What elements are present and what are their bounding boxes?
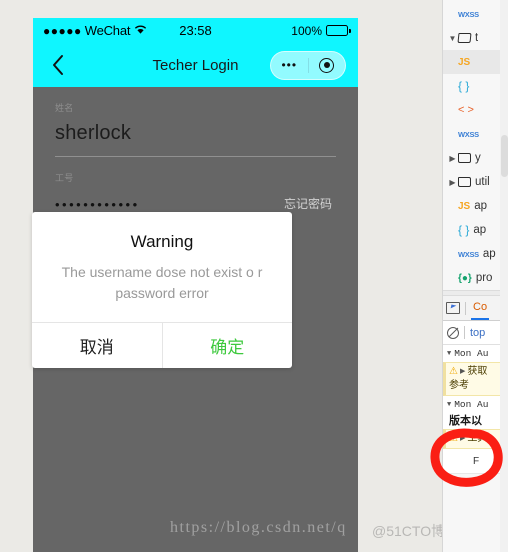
tree-row-label: y xyxy=(475,152,481,164)
wxss-file-icon: WXSS xyxy=(458,249,479,259)
dialog-message: The username dose not exist o r password… xyxy=(61,264,263,301)
console-warning-row[interactable]: ⚠ ▶ 工具 xyxy=(443,429,508,449)
target-circle-icon xyxy=(319,57,335,73)
filter-divider xyxy=(464,326,465,339)
carrier-label: WeChat xyxy=(84,23,131,38)
tree-row[interactable]: {●} pro xyxy=(443,266,508,290)
cancel-button[interactable]: 取消 xyxy=(32,323,162,368)
scrollbar-thumb[interactable] xyxy=(501,135,508,177)
field-label-name: 姓名 xyxy=(55,103,74,113)
tab-console[interactable]: Co xyxy=(471,296,490,320)
signal-dots-icon: ●●●●● xyxy=(43,23,82,38)
login-form: 姓名 sherlock 工号 •••••••••••• 忘记密码 xyxy=(33,87,358,222)
wxss-file-icon: WXSS xyxy=(458,129,479,139)
tree-row-label: t xyxy=(475,32,479,44)
warning-dialog: Warning The username dose not exist o r … xyxy=(32,212,292,368)
chevron-right-icon[interactable]: ▶ xyxy=(447,154,458,163)
console-log-list: ▼ Mon Au ⚠ ▶ 获取 参考 ▼ Mon Au 版本以 ⚠ ▶ 工具 F xyxy=(443,345,508,474)
wxml-file-icon: < > xyxy=(458,104,474,116)
project-config-icon: {●} xyxy=(458,272,472,284)
wifi-icon xyxy=(134,24,147,38)
wxss-file-icon: WXSS xyxy=(458,9,479,19)
chevron-right-icon[interactable]: ▶ xyxy=(460,365,465,378)
forgot-password-link[interactable]: 忘记密码 xyxy=(284,196,336,212)
tree-row-label: ap xyxy=(473,224,487,236)
tree-row-label: ap xyxy=(482,248,496,260)
field-row-name: sherlock xyxy=(55,118,336,150)
wechat-capsule-button[interactable]: ••• xyxy=(270,50,346,80)
console-letter-row: F xyxy=(443,449,508,474)
console-warning-text: 获取 xyxy=(467,366,488,377)
json-file-icon: { } xyxy=(458,79,470,93)
form-spacer xyxy=(33,157,358,171)
json-file-icon: { } xyxy=(458,223,470,237)
status-bar-right: 100% xyxy=(291,23,351,38)
tree-row[interactable]: ▼ t xyxy=(443,26,508,50)
console-group-row[interactable]: ▼ Mon Au xyxy=(443,396,508,413)
inspect-element-icon[interactable] xyxy=(446,302,460,314)
console-filter-bar: top xyxy=(443,321,508,345)
battery-percent-label: 100% xyxy=(291,23,322,38)
folder-open-icon xyxy=(457,33,472,43)
nav-bar: Techer Login ••• xyxy=(33,43,358,87)
tree-row[interactable]: ▶ util xyxy=(443,170,508,194)
screenshot-root: ●●●●● WeChat 23:58 100% Techer Login ••• xyxy=(0,0,508,552)
tree-row[interactable]: { } xyxy=(443,74,508,98)
console-message-row: 版本以 xyxy=(449,415,482,427)
toolbar-divider xyxy=(465,301,466,315)
console-warning-row[interactable]: ⚠ ▶ 获取 参考 xyxy=(443,362,508,396)
folder-icon xyxy=(458,177,471,187)
tree-row-label: pro xyxy=(475,272,493,284)
tree-row[interactable]: ▶ y xyxy=(443,146,508,170)
tree-row-label: ap xyxy=(474,200,488,212)
dialog-buttons: 取消 确定 xyxy=(32,322,292,368)
warning-triangle-icon: ⚠ xyxy=(449,366,458,377)
capsule-close-button[interactable] xyxy=(309,57,346,73)
folder-icon xyxy=(458,153,471,163)
status-bar-left: ●●●●● WeChat xyxy=(43,23,147,38)
tree-row[interactable]: { } ap xyxy=(443,218,508,242)
tree-row[interactable]: WXSS ap xyxy=(443,242,508,266)
tree-row[interactable]: WXSS xyxy=(443,122,508,146)
tree-row[interactable]: < > xyxy=(443,98,508,122)
field-name: 姓名 sherlock xyxy=(33,101,358,150)
chevron-right-icon[interactable]: ▶ xyxy=(447,178,458,187)
battery-full-icon xyxy=(326,25,351,36)
console-group-label: Mon Au xyxy=(454,399,489,410)
tree-row-label: util xyxy=(475,176,490,188)
console-warning-text: 工具 xyxy=(467,433,488,444)
tree-row[interactable]: JS ap xyxy=(443,194,508,218)
dialog-title: Warning xyxy=(130,232,194,251)
ide-panel: WXSS ▼ t JS{ } < > WXSS ▶ y ▶ util JS ap{ } ap WXSS ap… xyxy=(442,0,508,552)
devtools-toolbar: Co xyxy=(443,296,508,321)
chevron-down-icon[interactable]: ▼ xyxy=(447,34,458,43)
tree-row[interactable]: WXSS xyxy=(443,2,508,26)
chevron-down-icon[interactable]: ▼ xyxy=(447,350,451,358)
name-input[interactable]: sherlock xyxy=(55,118,131,148)
back-chevron-icon[interactable] xyxy=(45,52,71,78)
confirm-button[interactable]: 确定 xyxy=(163,323,293,368)
tree-row[interactable]: JS xyxy=(443,50,508,74)
js-file-icon: JS xyxy=(458,200,471,212)
status-bar: ●●●●● WeChat 23:58 100% xyxy=(33,18,358,43)
console-group-label: Mon Au xyxy=(454,348,489,359)
chevron-right-icon[interactable]: ▶ xyxy=(460,432,465,445)
file-tree: WXSS ▼ t JS{ } < > WXSS ▶ y ▶ util JS ap{ } ap WXSS ap… xyxy=(443,0,508,290)
clear-console-icon[interactable] xyxy=(447,326,459,339)
console-group-row[interactable]: ▼ Mon Au xyxy=(443,345,508,362)
ellipsis-icon: ••• xyxy=(281,58,298,72)
warning-triangle-icon: ⚠ xyxy=(449,433,458,444)
js-file-icon: JS xyxy=(458,56,471,68)
field-label-employee-id: 工号 xyxy=(55,173,74,183)
console-context-selector[interactable]: top xyxy=(470,327,485,339)
capsule-menu-button[interactable]: ••• xyxy=(271,59,308,71)
chevron-down-icon[interactable]: ▼ xyxy=(447,401,451,409)
ide-scrollbar[interactable] xyxy=(500,0,508,552)
